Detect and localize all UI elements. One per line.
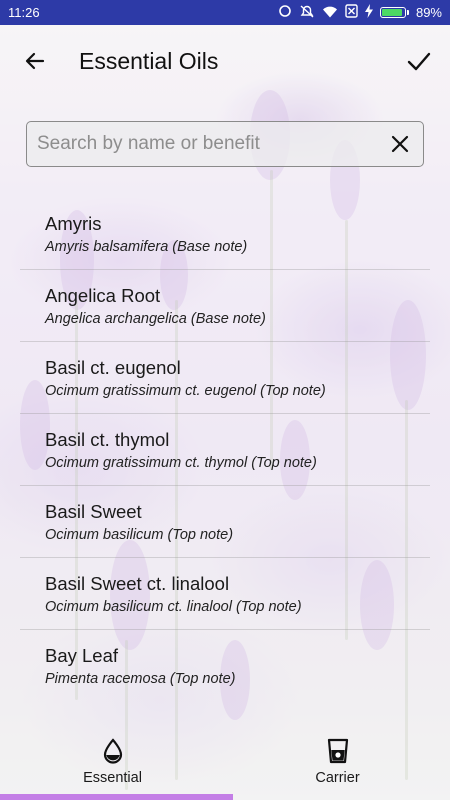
list-item[interactable]: Basil Sweet ct. linalool Ocimum basilicu…	[20, 558, 430, 630]
battery-icon	[379, 7, 409, 18]
oil-name: Basil Sweet ct. linalool	[45, 573, 230, 594]
list-item[interactable]: Basil Sweet Ocimum basilicum (Top note)	[20, 486, 430, 558]
selected-tab-indicator	[0, 794, 233, 800]
oil-botanical-name: Ocimum basilicum (Top note)	[45, 527, 234, 543]
oil-name: Basil ct. thymol	[45, 429, 170, 450]
oil-name: Bay Leaf	[45, 645, 119, 666]
search-input[interactable]	[27, 121, 377, 167]
battery-percent: 89%	[415, 5, 442, 20]
list-item[interactable]: Basil ct. eugenol Ocimum gratissimum ct.…	[20, 342, 430, 414]
list-item[interactable]: Bay Leaf Pimenta racemosa (Top note)	[20, 630, 430, 702]
check-icon	[407, 52, 431, 71]
bottom-nav: Essential Carrier	[0, 732, 450, 794]
oil-name: Angelica Root	[45, 285, 161, 306]
oil-name: Basil Sweet	[45, 501, 142, 522]
oil-botanical-name: Pimenta racemosa (Top note)	[45, 671, 236, 687]
drop-icon	[103, 738, 122, 764]
tab-carrier[interactable]: Carrier	[225, 732, 450, 794]
tab-essential-label: Essential	[83, 770, 142, 786]
confirm-button[interactable]	[395, 37, 443, 85]
oil-list: Amyris Amyris balsamifera (Base note) An…	[20, 198, 430, 702]
search-box	[26, 121, 424, 167]
oil-name: Amyris	[45, 213, 102, 234]
tab-carrier-label: Carrier	[315, 770, 360, 786]
oil-botanical-name: Ocimum basilicum ct. linalool (Top note)	[45, 599, 302, 615]
page-title: Essential Oils	[79, 47, 219, 74]
sync-icon	[278, 4, 292, 21]
list-item[interactable]: Amyris Amyris balsamifera (Base note)	[20, 198, 430, 270]
do-not-disturb-icon	[299, 4, 315, 21]
arrow-back-icon	[25, 52, 45, 70]
oil-botanical-name: Angelica archangelica (Base note)	[45, 311, 266, 327]
cup-icon	[327, 738, 348, 764]
no-sim-icon	[345, 4, 358, 21]
clear-search-button[interactable]	[377, 122, 423, 166]
back-button[interactable]	[11, 37, 59, 85]
oil-name: Basil ct. eugenol	[45, 357, 181, 378]
list-item[interactable]: Basil ct. thymol Ocimum gratissimum ct. …	[20, 414, 430, 486]
status-icons: 89%	[278, 4, 442, 21]
status-time: 11:26	[8, 5, 40, 20]
app-bar: Essential Oils	[0, 25, 450, 97]
close-icon	[391, 135, 409, 153]
oil-botanical-name: Ocimum gratissimum ct. eugenol (Top note…	[45, 383, 326, 399]
oil-botanical-name: Amyris balsamifera (Base note)	[45, 239, 248, 255]
oil-botanical-name: Ocimum gratissimum ct. thymol (Top note)	[45, 455, 317, 471]
list-item[interactable]: Angelica Root Angelica archangelica (Bas…	[20, 270, 430, 342]
wifi-icon	[322, 5, 338, 21]
status-bar: 11:26 89%	[0, 0, 450, 25]
tab-essential[interactable]: Essential	[0, 732, 225, 794]
charging-icon	[364, 4, 373, 21]
